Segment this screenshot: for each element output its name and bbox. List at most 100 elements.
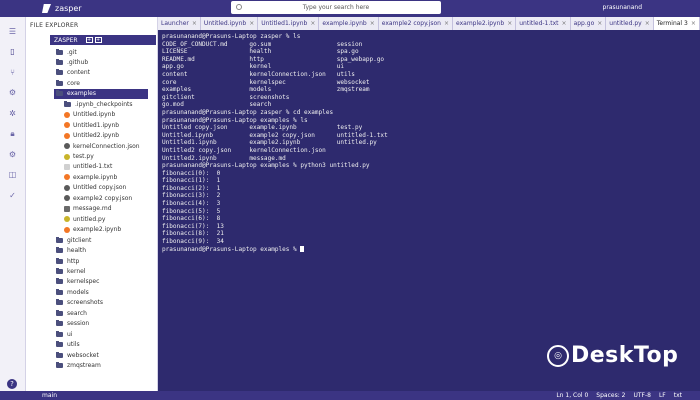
file-item[interactable]: example2 copy.json xyxy=(64,193,132,203)
settings-icon[interactable]: ⚙ xyxy=(7,149,18,160)
close-icon[interactable]: × xyxy=(507,20,512,27)
status-language[interactable]: txt xyxy=(674,392,682,399)
nb-file-icon xyxy=(64,111,70,118)
tab-label: app.go xyxy=(573,20,595,27)
close-icon[interactable]: × xyxy=(370,20,375,27)
tree-item-label: example.ipynb xyxy=(73,173,118,181)
status-position[interactable]: Ln 1, Col 0 xyxy=(556,392,588,399)
folder-item[interactable]: core xyxy=(56,78,80,88)
tab[interactable]: Launcher × xyxy=(158,17,201,30)
status-spaces[interactable]: Spaces: 2 xyxy=(596,392,625,399)
user-name[interactable]: prasunanand xyxy=(603,4,642,11)
folder-item[interactable]: utils xyxy=(56,340,80,350)
gear-icon[interactable]: ✲ xyxy=(7,108,18,119)
folder-item[interactable]: ui xyxy=(56,329,72,339)
status-encoding[interactable]: UTF-8 xyxy=(633,392,651,399)
nb-file-icon xyxy=(64,122,70,129)
tab[interactable]: app.go × xyxy=(570,17,607,30)
new-folder-icon[interactable]: + xyxy=(94,37,102,43)
folder-item[interactable]: screenshots xyxy=(56,298,103,308)
close-icon[interactable]: × xyxy=(192,20,197,27)
folder-item[interactable]: kernelspec xyxy=(56,277,99,287)
file-item[interactable]: Untitled.ipynb xyxy=(64,110,115,120)
file-item[interactable]: example2.ipynb xyxy=(64,225,121,235)
file-item[interactable]: Untitled2.ipynb xyxy=(64,131,119,141)
folder-item[interactable]: gitclient xyxy=(56,235,91,245)
menu-icon[interactable]: ☰ xyxy=(7,26,18,37)
folder-item[interactable]: kernel xyxy=(56,266,85,276)
close-icon[interactable]: × xyxy=(597,20,602,27)
tree-item-label: kernelspec xyxy=(67,278,100,286)
tab[interactable]: example2.ipynb × xyxy=(453,17,517,30)
folder-icon xyxy=(56,320,63,327)
file-item[interactable]: example.ipynb xyxy=(64,172,117,182)
close-icon[interactable]: × xyxy=(691,20,696,27)
new-file-icon[interactable]: + xyxy=(85,37,93,43)
terminal-prompt: prasunanand@Prasuns-Laptop examples % xyxy=(162,245,301,253)
tab[interactable]: example.ipynb × xyxy=(319,17,379,30)
folder-item[interactable]: .git xyxy=(56,47,77,57)
panel-title: FILE EXPLORER xyxy=(30,22,79,29)
tab[interactable]: untitled-1.txt × xyxy=(516,17,571,30)
app-logo[interactable]: zasper xyxy=(42,4,82,13)
folder-item[interactable]: content xyxy=(56,68,90,78)
close-icon[interactable]: × xyxy=(645,20,650,27)
main-area: Launcher × Untitled.ipynb × Untitled1.ipynb ×… xyxy=(158,17,700,391)
tree-item-label: gitclient xyxy=(67,236,92,244)
kernel-icon[interactable]: ⚙ xyxy=(7,87,18,98)
files-icon[interactable]: ▯ xyxy=(7,46,18,57)
folder-item[interactable]: zmqstream xyxy=(56,361,101,371)
terminal-line: fibonacci(1): 1 xyxy=(162,177,221,185)
tree-item-label: health xyxy=(67,247,86,255)
close-icon[interactable]: × xyxy=(310,20,315,27)
tree-item-label: examples xyxy=(67,90,96,98)
folder-icon xyxy=(56,48,63,55)
search-icon xyxy=(236,4,242,10)
help-icon[interactable]: ? xyxy=(7,379,17,389)
tree-item-label: websocket xyxy=(67,351,99,359)
file-item[interactable]: Untitled1.ipynb xyxy=(64,120,119,130)
tab[interactable]: Untitled1.ipynb × xyxy=(258,17,320,30)
title-bar: zasper Type your search here prasunanand xyxy=(0,0,700,17)
file-item[interactable]: test.py xyxy=(64,152,94,162)
folder-item[interactable]: health xyxy=(56,246,86,256)
tab[interactable]: Untitled.ipynb × xyxy=(200,17,259,30)
folder-item[interactable]: models xyxy=(56,287,89,297)
folder-item[interactable]: .ipynb_checkpoints xyxy=(64,99,133,109)
folder-item[interactable]: examples xyxy=(54,88,148,99)
md-file-icon xyxy=(64,205,70,212)
tab[interactable]: Terminal 3 × xyxy=(653,17,700,30)
terminal-line: Untitled copy.json example.ipynb test.py xyxy=(162,124,363,132)
terminal-line: fibonacci(8): 21 xyxy=(162,230,224,238)
folder-item[interactable]: search xyxy=(56,308,87,318)
file-item[interactable]: Untitled copy.json xyxy=(64,183,126,193)
folder-icon xyxy=(56,362,63,368)
tab[interactable]: untitled.py × xyxy=(606,17,654,30)
close-icon[interactable]: × xyxy=(249,20,254,27)
close-icon[interactable]: × xyxy=(562,20,567,27)
lock-icon[interactable]: 🔒︎ xyxy=(7,128,18,139)
folder-icon xyxy=(56,341,63,348)
database-icon[interactable]: ◫ xyxy=(7,169,18,180)
terminal-line: fibonacci(0): 0 xyxy=(162,169,221,177)
search-input[interactable]: Type your search here xyxy=(231,1,441,14)
close-icon[interactable]: × xyxy=(444,20,449,27)
folder-item[interactable]: http xyxy=(56,256,79,266)
folder-icon xyxy=(56,278,63,285)
status-eol[interactable]: LF xyxy=(659,392,666,399)
file-item[interactable]: kernelConnection.json xyxy=(64,141,140,151)
check-icon[interactable]: ✓ xyxy=(7,190,18,201)
status-branch[interactable]: main xyxy=(42,392,57,399)
file-item[interactable]: untitled-1.txt xyxy=(64,162,112,172)
file-item[interactable]: message.md xyxy=(64,204,112,214)
tab[interactable]: example2 copy.json × xyxy=(378,17,454,30)
folder-item[interactable]: .github xyxy=(56,57,88,67)
folder-item[interactable]: session xyxy=(56,319,89,329)
terminal[interactable]: prasunanand@Prasuns-Laptop zasper % ls C… xyxy=(158,30,700,391)
git-branch-icon[interactable]: ⑂ xyxy=(7,67,18,78)
py-file-icon xyxy=(64,216,70,223)
root-folder-header[interactable]: ZASPER + + xyxy=(50,35,156,45)
folder-item[interactable]: websocket xyxy=(56,350,99,360)
terminal-line: app.go kernel ui xyxy=(162,63,345,71)
file-item[interactable]: untitled.py xyxy=(64,214,105,224)
